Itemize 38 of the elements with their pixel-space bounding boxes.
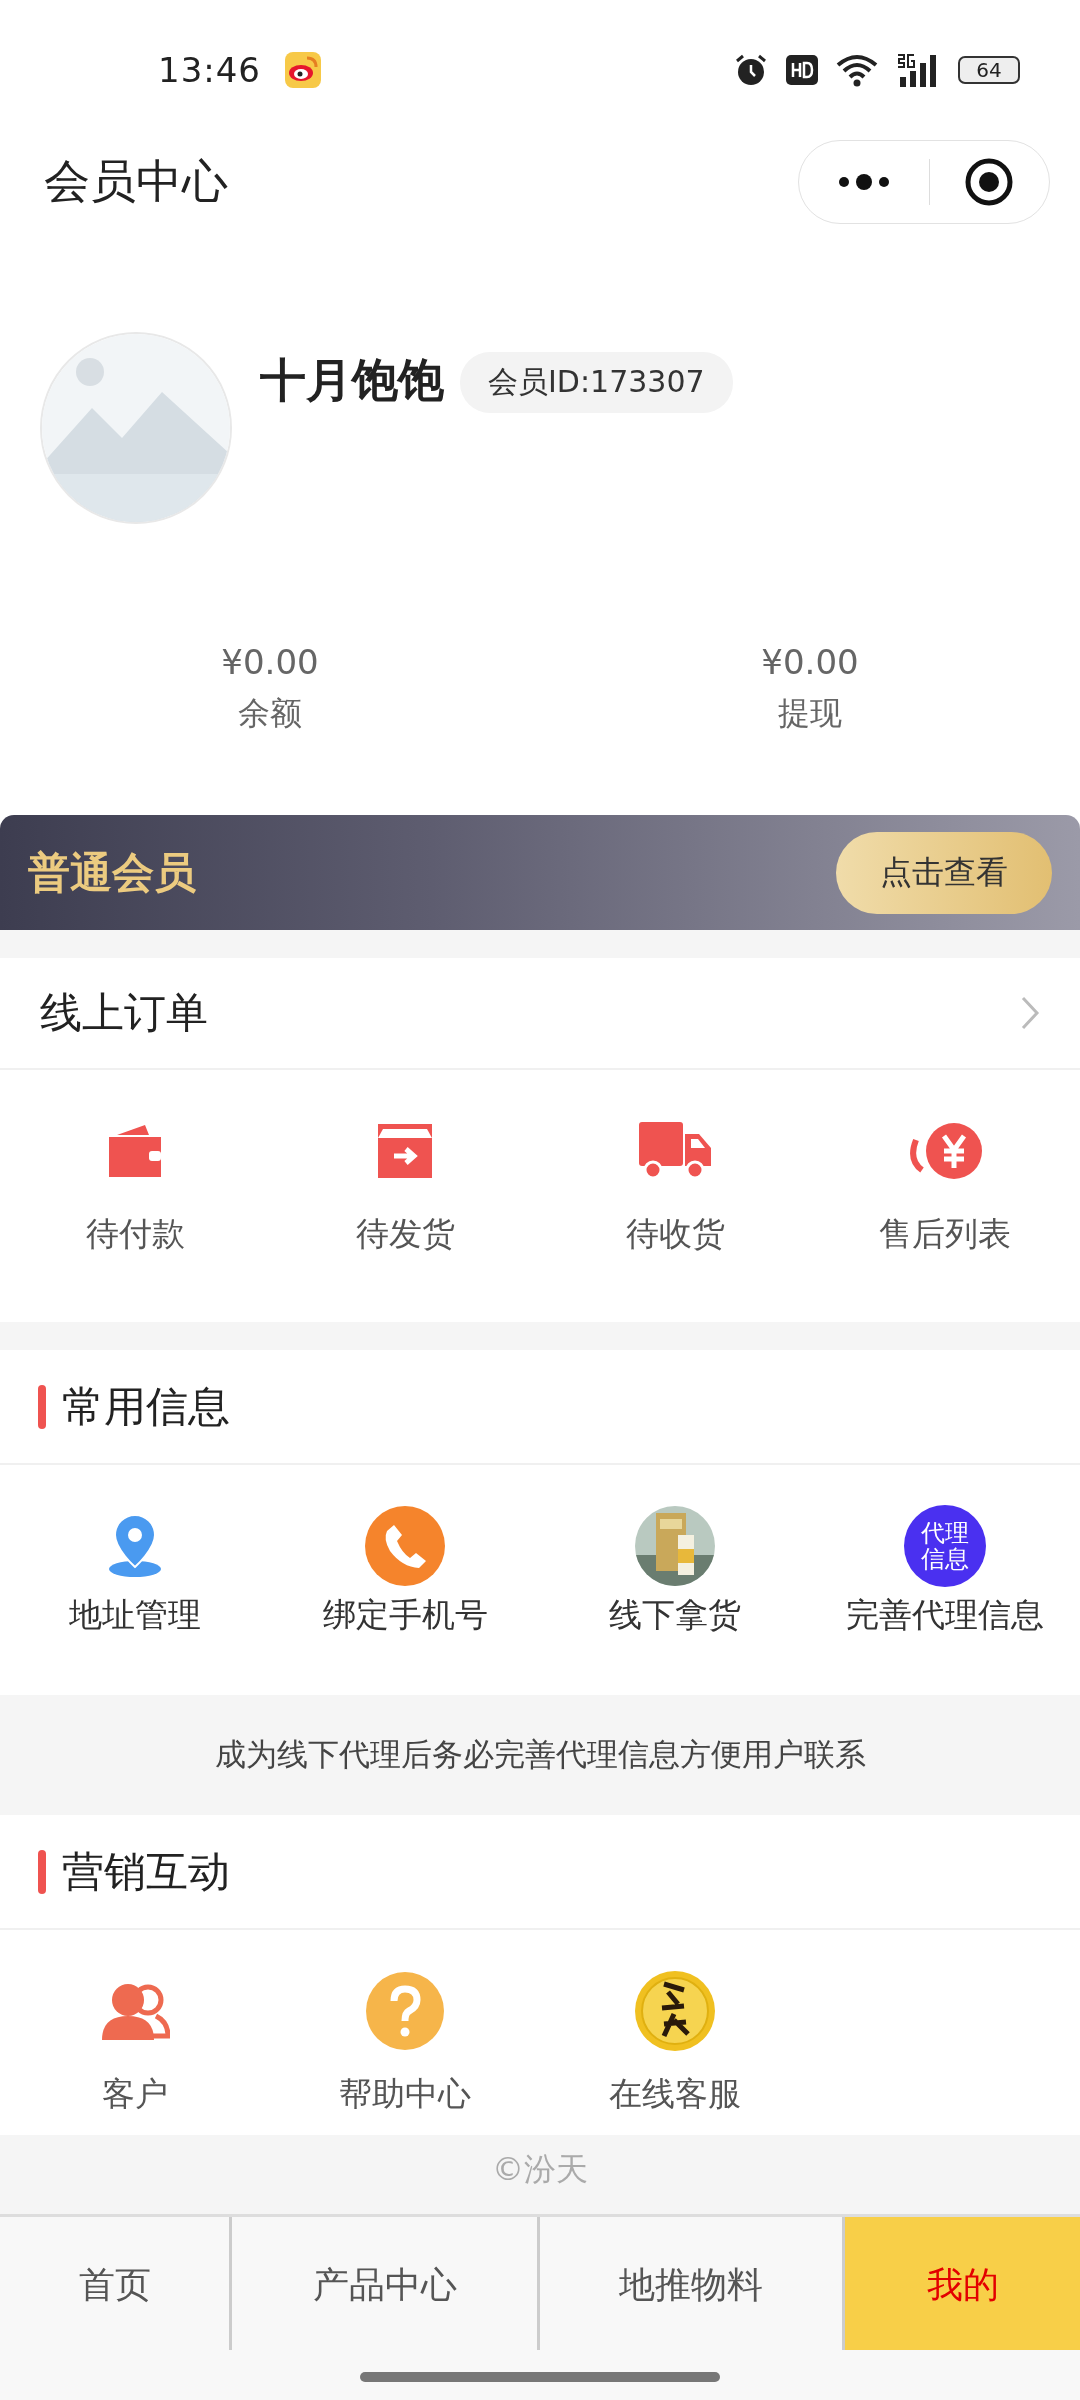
- page-title: 会员中心: [44, 153, 228, 210]
- balance-amount: ¥0.00: [221, 642, 319, 682]
- accent-bar: [38, 1384, 46, 1429]
- accent-bar: [38, 1849, 46, 1894]
- section-title: 常用信息: [62, 1380, 230, 1433]
- order-status-item[interactable]: 待收货: [540, 1110, 810, 1322]
- section-title: 线上订单: [40, 987, 208, 1039]
- order-status-item[interactable]: 待付款: [0, 1110, 270, 1322]
- copyright-text: ©汾天: [492, 2149, 588, 2189]
- info-item[interactable]: 代理 信息 完善代理信息: [810, 1505, 1080, 1695]
- status-time: 13:46: [158, 50, 261, 90]
- help-icon: [365, 1971, 445, 2051]
- close-icon[interactable]: [964, 157, 1015, 207]
- agent-info-badge: 代理 信息: [904, 1505, 986, 1587]
- balance-amount: ¥0.00: [761, 642, 859, 682]
- user-name: 十月饱饱: [260, 352, 444, 409]
- info-item[interactable]: 线下拿货: [540, 1505, 810, 1695]
- order-status-item[interactable]: 待发货: [270, 1110, 540, 1322]
- order-status-item[interactable]: 售后列表: [810, 1110, 1080, 1322]
- phone-icon: [364, 1505, 446, 1587]
- section-title: 营销互动: [62, 1845, 230, 1898]
- view-button[interactable]: 点击查看: [836, 831, 1052, 914]
- marketing-item[interactable]: 客户: [0, 1970, 270, 2135]
- member-id-tag: 会员ID:173307: [460, 352, 733, 413]
- info-item[interactable]: 绑定手机号: [270, 1505, 540, 1695]
- seal-logo-icon: [634, 1970, 716, 2052]
- alarm-icon: [734, 53, 768, 87]
- marketing-item[interactable]: 在线客服: [540, 1970, 810, 2135]
- marketing-item[interactable]: 帮助中心: [270, 1970, 540, 2135]
- info-item[interactable]: 地址管理: [0, 1505, 270, 1695]
- balance-label: 余额: [238, 693, 302, 734]
- notice-text: 成为线下代理后务必完善代理信息方便用户联系: [214, 1735, 866, 1774]
- weibo-app-icon: [285, 52, 321, 88]
- balance-label: 提现: [778, 693, 842, 734]
- hd-icon: [786, 55, 818, 85]
- battery-indicator: 64: [958, 56, 1020, 84]
- membership-level: 普通会员: [28, 846, 196, 899]
- wifi-icon: [836, 53, 878, 87]
